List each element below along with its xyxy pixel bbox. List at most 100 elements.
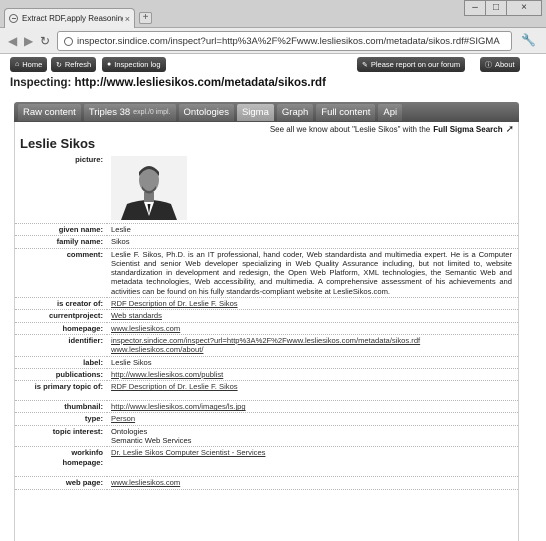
table-row: is creator of: RDF Description of Dr. Le… <box>15 297 518 311</box>
log-icon: ● <box>107 61 112 68</box>
arrow-icon: ➚ <box>505 124 514 135</box>
web-page-link[interactable]: www.lesliesikos.com <box>111 478 180 487</box>
topic-interest-2: Semantic Web Services <box>111 436 192 446</box>
property-key: web page: <box>15 476 107 490</box>
properties-table: picture: given name: Leslie family name:… <box>15 154 518 490</box>
reload-icon[interactable]: ↻ <box>40 34 50 48</box>
property-key: thumbnail: <box>15 400 107 414</box>
address-url: inspector.sindice.com/inspect?url=http%3… <box>77 35 500 47</box>
property-key: currentproject: <box>15 309 107 323</box>
tab-ontologies[interactable]: Ontologies <box>178 104 234 121</box>
table-row: comment: Leslie F. Sikos, Ph.D. is an IT… <box>15 248 518 299</box>
table-row: currentproject: Web standards <box>15 309 518 323</box>
about-label: About <box>495 60 515 69</box>
property-key: publications: <box>15 368 107 382</box>
table-row: web page: www.lesliesikos.com <box>15 476 518 490</box>
identifier-link-1[interactable]: inspector.sindice.com/inspect?url=http%3… <box>111 336 420 345</box>
new-tab-button[interactable]: + <box>139 12 152 24</box>
home-button[interactable]: ⌂ Home <box>10 57 48 72</box>
tab-label: Raw content <box>23 107 76 118</box>
homepage-link[interactable]: www.lesliesikos.com <box>111 324 180 333</box>
identifier-link-2[interactable]: www.lesliesikos.com/about/ <box>111 345 203 354</box>
all-know-text: See all we know about "Leslie Sikos" wit… <box>269 125 431 134</box>
property-key: workinfo homepage: <box>15 446 107 478</box>
table-row: workinfo homepage: Dr. Leslie Sikos Comp… <box>15 446 518 478</box>
property-key: topic interest: <box>15 425 107 448</box>
tab-label: Sigma <box>241 107 269 118</box>
minimize-button[interactable]: – <box>464 0 486 16</box>
table-row: is primary topic of: RDF Description of … <box>15 380 518 402</box>
entity-name: Leslie Sikos <box>20 136 96 151</box>
property-key: type: <box>15 412 107 426</box>
table-row: picture: <box>15 154 518 224</box>
wrench-small-icon: ✎ <box>362 61 368 69</box>
property-key: is creator of: <box>15 297 107 311</box>
browser-titlebar: Extract RDF,apply Reasoning × + – □ × <box>0 0 546 28</box>
browser-toolbar: ◀ ▶ ↻ inspector.sindice.com/inspect?url=… <box>0 28 546 54</box>
inspection-log-button[interactable]: ● Inspection log <box>102 57 166 72</box>
forward-icon[interactable]: ▶ <box>24 34 33 48</box>
tab-close-icon[interactable]: × <box>125 14 130 24</box>
wrench-icon[interactable]: 🔧 <box>521 33 536 47</box>
table-row: given name: Leslie <box>15 223 518 237</box>
table-row: homepage: www.lesliesikos.com <box>15 322 518 335</box>
property-value: Leslie <box>107 223 518 237</box>
workinfo-homepage-link[interactable]: Dr. Leslie Sikos Computer Scientist - Se… <box>111 448 265 457</box>
profile-photo <box>111 156 187 220</box>
refresh-label: Refresh <box>64 60 92 69</box>
view-tabs: Raw content Triples 38 expl./0 impl. Onto… <box>14 102 519 122</box>
property-key: identifier: <box>15 334 107 357</box>
info-icon: ⓘ <box>485 61 492 69</box>
creator-link[interactable]: RDF Description of Dr. Leslie F. Sikos <box>111 299 238 308</box>
inspecting-heading: Inspecting: http://www.lesliesikos.com/m… <box>10 77 326 89</box>
tab-triples[interactable]: Triples 38 expl./0 impl. <box>83 104 176 121</box>
publications-link[interactable]: http://www.lesliesikos.com/publist <box>111 370 223 379</box>
tab-raw-content[interactable]: Raw content <box>18 104 81 121</box>
inspecting-url-link[interactable]: http://www.lesliesikos.com/metadata/siko… <box>75 77 326 89</box>
primary-topic-link[interactable]: RDF Description of Dr. Leslie F. Sikos <box>111 382 238 391</box>
favicon-icon <box>9 14 18 23</box>
tab-api[interactable]: Api <box>378 104 403 121</box>
all-know-line: See all we know about "Leslie Sikos" wit… <box>270 124 514 135</box>
thumbnail-link[interactable]: http://www.lesliesikos.com/images/ls.jpg <box>111 402 246 411</box>
type-link[interactable]: Person <box>111 414 135 423</box>
full-sigma-search-link[interactable]: Full Sigma Search <box>433 125 502 134</box>
tab-graph[interactable]: Graph <box>276 104 314 121</box>
app-toolbar: ⌂ Home ↻ Refresh ● Inspection log ✎ Plea… <box>0 55 546 77</box>
inspecting-label: Inspecting: <box>10 77 72 89</box>
report-label: Please report on our forum <box>370 60 461 69</box>
tab-title: Extract RDF,apply Reasoning <box>22 14 123 23</box>
browser-tab[interactable]: Extract RDF,apply Reasoning × <box>4 8 135 28</box>
property-key: label: <box>15 356 107 369</box>
back-icon[interactable]: ◀ <box>8 34 17 48</box>
table-row: thumbnail: http://www.lesliesikos.com/im… <box>15 400 518 414</box>
address-bar[interactable]: inspector.sindice.com/inspect?url=http%3… <box>57 31 512 51</box>
home-label: Home <box>22 60 43 69</box>
report-forum-button[interactable]: ✎ Please report on our forum <box>357 57 466 72</box>
property-key: given name: <box>15 223 107 237</box>
topic-interest-1: Ontologies <box>111 426 148 436</box>
sigma-panel: See all we know about "Leslie Sikos" wit… <box>14 122 519 541</box>
refresh-button[interactable]: ↻ Refresh <box>51 57 97 72</box>
window-close-button[interactable]: × <box>506 0 542 16</box>
tab-full-content[interactable]: Full content <box>316 104 376 121</box>
tab-label: Graph <box>281 107 309 118</box>
tab-sigma[interactable]: Sigma <box>236 104 274 121</box>
workinfo-key-line1: workinfo <box>71 448 103 458</box>
property-key: comment: <box>15 248 107 299</box>
property-key: family name: <box>15 235 107 249</box>
property-value: Sikos <box>107 235 518 249</box>
about-button[interactable]: ⓘ About <box>480 57 520 72</box>
tab-label: Full content <box>321 107 371 118</box>
table-row: family name: Sikos <box>15 235 518 249</box>
window-controls: – □ × <box>464 0 542 16</box>
tab-label: Api <box>383 107 398 118</box>
tab-label: Ontologies <box>183 107 229 118</box>
property-key: picture: <box>15 154 107 224</box>
current-project-link[interactable]: Web standards <box>111 311 162 320</box>
maximize-button[interactable]: □ <box>485 0 507 16</box>
tab-label: Triples 38 <box>88 107 131 118</box>
refresh-icon: ↻ <box>56 61 62 69</box>
globe-icon <box>64 36 73 46</box>
home-icon: ⌂ <box>15 61 20 68</box>
